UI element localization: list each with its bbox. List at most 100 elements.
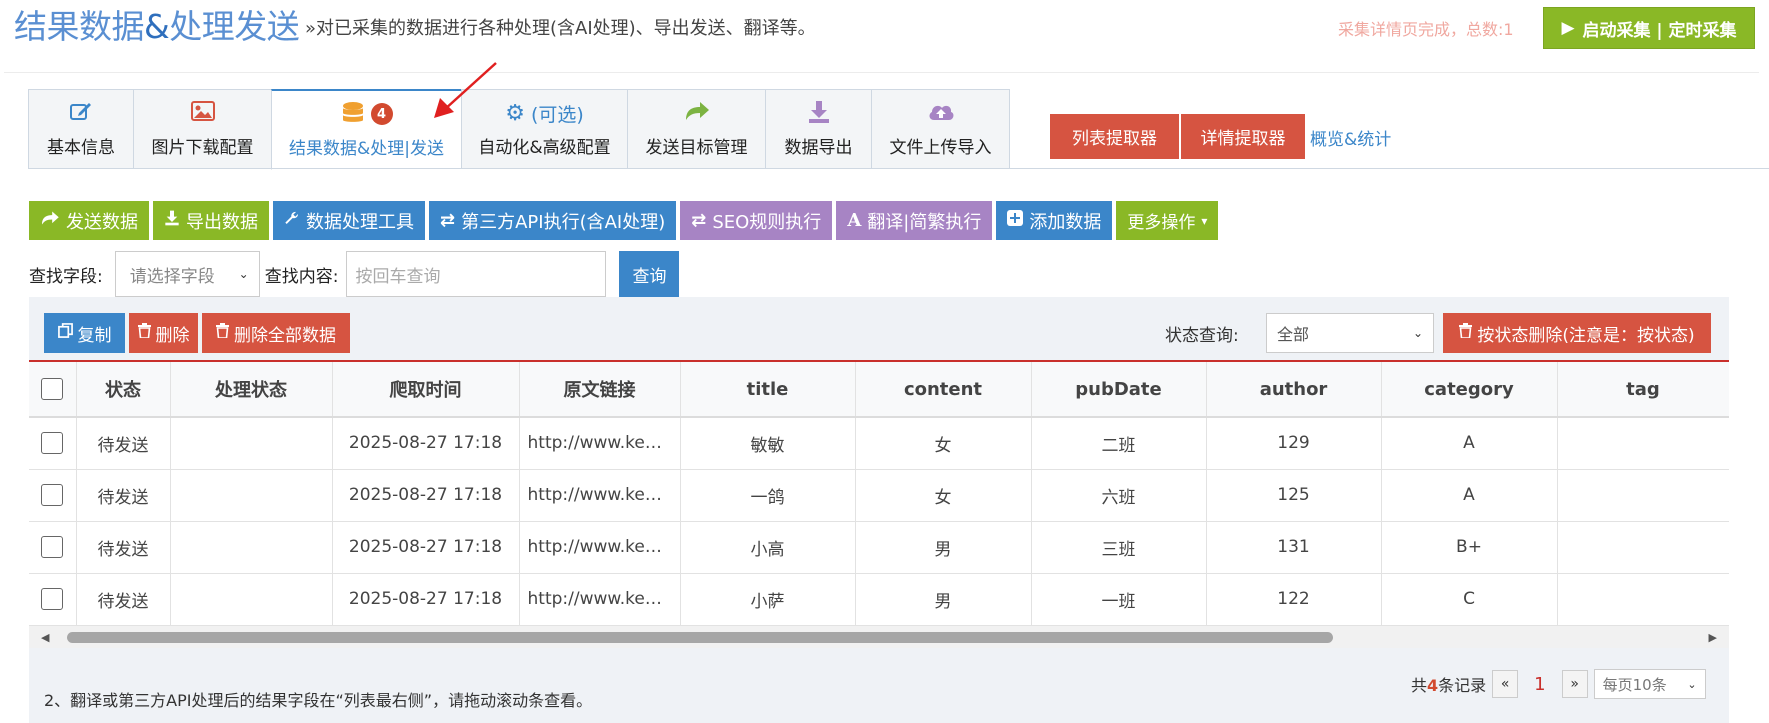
- translate-label: 翻译|简繁执行: [867, 211, 982, 233]
- table-cell: 待发送: [76, 573, 171, 626]
- table-cell: 2025-08-27 17:18: [332, 469, 520, 522]
- search-field-value: 请选择字段: [129, 266, 215, 287]
- trash-icon: [1459, 323, 1473, 343]
- overview-stats-link[interactable]: 概览&统计: [1310, 125, 1391, 150]
- page-title: 结果数据&处理发送: [14, 0, 300, 48]
- tab-basic-info[interactable]: 基本信息: [28, 89, 133, 169]
- send-data-label: 发送数据: [66, 211, 138, 233]
- content-divider: [28, 168, 1769, 169]
- tab-badge: 4: [370, 103, 393, 125]
- table-cell: A: [1381, 469, 1558, 522]
- column-header[interactable]: author: [1206, 362, 1382, 418]
- select-all-checkbox-cell[interactable]: [29, 362, 77, 418]
- scroll-left-icon[interactable]: ◀: [41, 631, 49, 644]
- optional-label: (可选): [530, 104, 584, 126]
- copy-button[interactable]: 复制: [44, 313, 125, 353]
- source-link-cell[interactable]: http://www.ke…: [519, 521, 681, 574]
- chevron-down-icon: ⌄: [1412, 326, 1423, 340]
- column-header[interactable]: 原文链接: [519, 362, 681, 418]
- row-checkbox[interactable]: [41, 588, 64, 610]
- column-header[interactable]: 爬取时间: [332, 362, 520, 418]
- tab-label: 自动化&高级配置: [478, 138, 611, 158]
- config-tabs: 基本信息 图片下载配置 4 结果数据&处理|发送 ⚙ (可选) 自动化&高级配置 …: [28, 89, 1010, 170]
- tab-label: 图片下载配置: [151, 138, 254, 158]
- cloud-upload-icon: [872, 100, 1009, 122]
- column-header[interactable]: 状态: [76, 362, 171, 418]
- search-content-label: 查找内容:: [264, 266, 339, 287]
- tab-send-target[interactable]: 发送目标管理: [627, 89, 765, 169]
- data-table-container: 状态 处理状态 爬取时间 原文链接 title content pubDate …: [29, 360, 1729, 648]
- tab-file-upload[interactable]: 文件上传导入: [871, 89, 1010, 169]
- total-prefix: 共: [1411, 676, 1428, 695]
- tab-data-export[interactable]: 数据导出: [765, 89, 871, 169]
- data-tools-button[interactable]: 数据处理工具: [273, 201, 425, 240]
- data-table: 状态 处理状态 爬取时间 原文链接 title content pubDate …: [29, 362, 1729, 626]
- row-checkbox-cell[interactable]: [29, 417, 77, 470]
- detail-extractor-button[interactable]: 详情提取器: [1181, 114, 1305, 159]
- status-query-select[interactable]: 全部 ⌄: [1266, 313, 1434, 353]
- column-header[interactable]: title: [680, 362, 856, 418]
- tab-label: 数据导出: [784, 138, 853, 158]
- column-header[interactable]: content: [855, 362, 1032, 418]
- scroll-right-icon[interactable]: ▶: [1709, 631, 1717, 644]
- wrench-icon: [284, 210, 300, 231]
- prev-page-button[interactable]: «: [1492, 670, 1519, 698]
- source-link-cell[interactable]: http://www.ke…: [519, 469, 681, 522]
- table-cell: 小萨: [680, 573, 856, 626]
- delete-all-button[interactable]: 删除全部数据: [202, 313, 350, 353]
- table-row[interactable]: 待发送 2025-08-27 17:18 http://www.ke… 小萨 男…: [29, 573, 1729, 626]
- table-cell: 2025-08-27 17:18: [332, 573, 520, 626]
- share-icon: [40, 210, 60, 231]
- trash-icon: [216, 323, 229, 343]
- data-panel: 复制 删除 删除全部数据 状态查询: 全部 ⌄ 按状态删除(注意是：按状态) 状…: [29, 297, 1729, 723]
- search-input[interactable]: 按回车查询: [346, 251, 607, 297]
- select-all-checkbox[interactable]: [41, 378, 64, 400]
- source-link-cell[interactable]: http://www.ke…: [519, 417, 681, 470]
- third-api-button[interactable]: ⇄ 第三方API执行(含AI处理): [429, 201, 677, 240]
- column-header[interactable]: tag: [1557, 362, 1729, 418]
- table-cell: [1557, 469, 1729, 522]
- page-size-select[interactable]: 每页10条 ⌄: [1593, 669, 1706, 699]
- row-checkbox[interactable]: [41, 432, 64, 455]
- next-page-button[interactable]: »: [1561, 670, 1588, 698]
- seo-rules-button[interactable]: ⇄ SEO规则执行: [680, 201, 833, 240]
- row-checkbox[interactable]: [41, 536, 64, 558]
- status-query-label: 状态查询:: [1165, 326, 1239, 346]
- more-actions-button[interactable]: 更多操作 ▾: [1116, 201, 1219, 240]
- page-title-amp: &: [144, 7, 170, 46]
- column-header[interactable]: pubDate: [1031, 362, 1207, 418]
- source-link-cell[interactable]: http://www.ke…: [519, 573, 681, 626]
- row-checkbox[interactable]: [41, 484, 64, 506]
- table-row[interactable]: 待发送 2025-08-27 17:18 http://www.ke… 小高 男…: [29, 521, 1729, 574]
- export-data-button[interactable]: 导出数据: [153, 201, 269, 240]
- table-row[interactable]: 待发送 2025-08-27 17:18 http://www.ke… 一鸽 女…: [29, 469, 1729, 522]
- row-checkbox-cell[interactable]: [29, 573, 77, 626]
- table-cell: 122: [1206, 573, 1382, 626]
- table-cell: 小高: [680, 521, 856, 574]
- scrollbar-thumb[interactable]: [67, 632, 1333, 643]
- search-button[interactable]: 查询: [619, 251, 680, 297]
- add-data-button[interactable]: 添加数据: [996, 201, 1113, 240]
- send-data-button[interactable]: 发送数据: [29, 201, 149, 240]
- search-field-select[interactable]: 请选择字段 ⌄: [114, 251, 260, 297]
- page-size-value: 每页10条: [1602, 675, 1667, 694]
- column-header[interactable]: category: [1381, 362, 1558, 418]
- column-header[interactable]: 处理状态: [170, 362, 333, 418]
- status-query-value: 全部: [1277, 325, 1310, 344]
- start-crawl-button[interactable]: ▶ 启动采集 | 定时采集: [1543, 7, 1755, 49]
- translate-button[interactable]: A 翻译|简繁执行: [836, 201, 993, 240]
- delete-by-status-button[interactable]: 按状态删除(注意是：按状态): [1443, 313, 1711, 353]
- row-checkbox-cell[interactable]: [29, 469, 77, 522]
- table-cell: [1557, 573, 1729, 626]
- delete-button[interactable]: 删除: [129, 313, 198, 353]
- annotation-arrow-icon: [434, 62, 497, 118]
- search-row: 查找字段: 请选择字段 ⌄ 查找内容: 按回车查询 查询: [29, 251, 680, 297]
- current-page[interactable]: 1: [1524, 674, 1555, 695]
- list-extractor-button[interactable]: 列表提取器: [1050, 114, 1179, 159]
- row-checkbox-cell[interactable]: [29, 521, 77, 574]
- hint-note: 2、翻译或第三方API处理后的结果字段在“列表最右侧”，请拖动滚动条查看。: [44, 691, 593, 710]
- tab-image-download[interactable]: 图片下载配置: [133, 89, 271, 169]
- table-row[interactable]: 待发送 2025-08-27 17:18 http://www.ke… 敏敏 女…: [29, 417, 1729, 470]
- table-header-row: 状态 处理状态 爬取时间 原文链接 title content pubDate …: [29, 362, 1729, 418]
- horizontal-scrollbar[interactable]: ◀ ▶: [29, 626, 1729, 648]
